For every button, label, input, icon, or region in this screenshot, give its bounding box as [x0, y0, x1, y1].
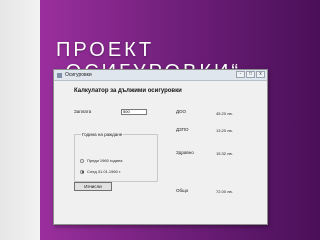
- maximize-button[interactable]: □: [246, 71, 255, 78]
- birth-year-group-title: Година на раждане: [81, 132, 124, 137]
- radio-after-1960[interactable]: След 31.01.1960 г.: [80, 168, 150, 175]
- calculate-button[interactable]: Изчисли: [74, 182, 112, 191]
- salary-label: Заплата: [74, 109, 92, 114]
- calculator-heading: Калкулатор за дължими осигуровки: [74, 88, 182, 94]
- doo-value: 45.20 лв.: [216, 111, 233, 116]
- radio-before-1960-label: Преди 1960 година: [87, 158, 123, 163]
- doo-label: ДОО: [176, 109, 187, 114]
- dzpo-label: ДЗПО: [176, 127, 189, 132]
- window-title: Осигуровки: [65, 72, 92, 78]
- health-value: 15.32 лв.: [216, 151, 233, 156]
- total-value: 72.00 лв.: [216, 189, 233, 194]
- health-label: Здравно: [176, 150, 194, 155]
- minimize-button[interactable]: -: [236, 71, 245, 78]
- radio-button-selected-icon: [80, 169, 84, 174]
- radio-button-icon: [80, 158, 84, 163]
- radio-after-1960-label: След 31.01.1960 г.: [87, 169, 122, 174]
- close-button[interactable]: x: [256, 71, 265, 78]
- window-controls: - □ x: [236, 71, 265, 78]
- total-label: Общо: [176, 188, 189, 193]
- dzpo-value: 13.20 лв.: [216, 128, 233, 133]
- window-titlebar: Осигуровки - □ x: [54, 70, 267, 81]
- radio-before-1960[interactable]: Преди 1960 година: [80, 157, 150, 164]
- app-icon: [57, 72, 62, 78]
- calculator-window: Осигуровки - □ x Калкулатор за дължими о…: [53, 69, 268, 225]
- salary-input[interactable]: 500: [121, 109, 147, 115]
